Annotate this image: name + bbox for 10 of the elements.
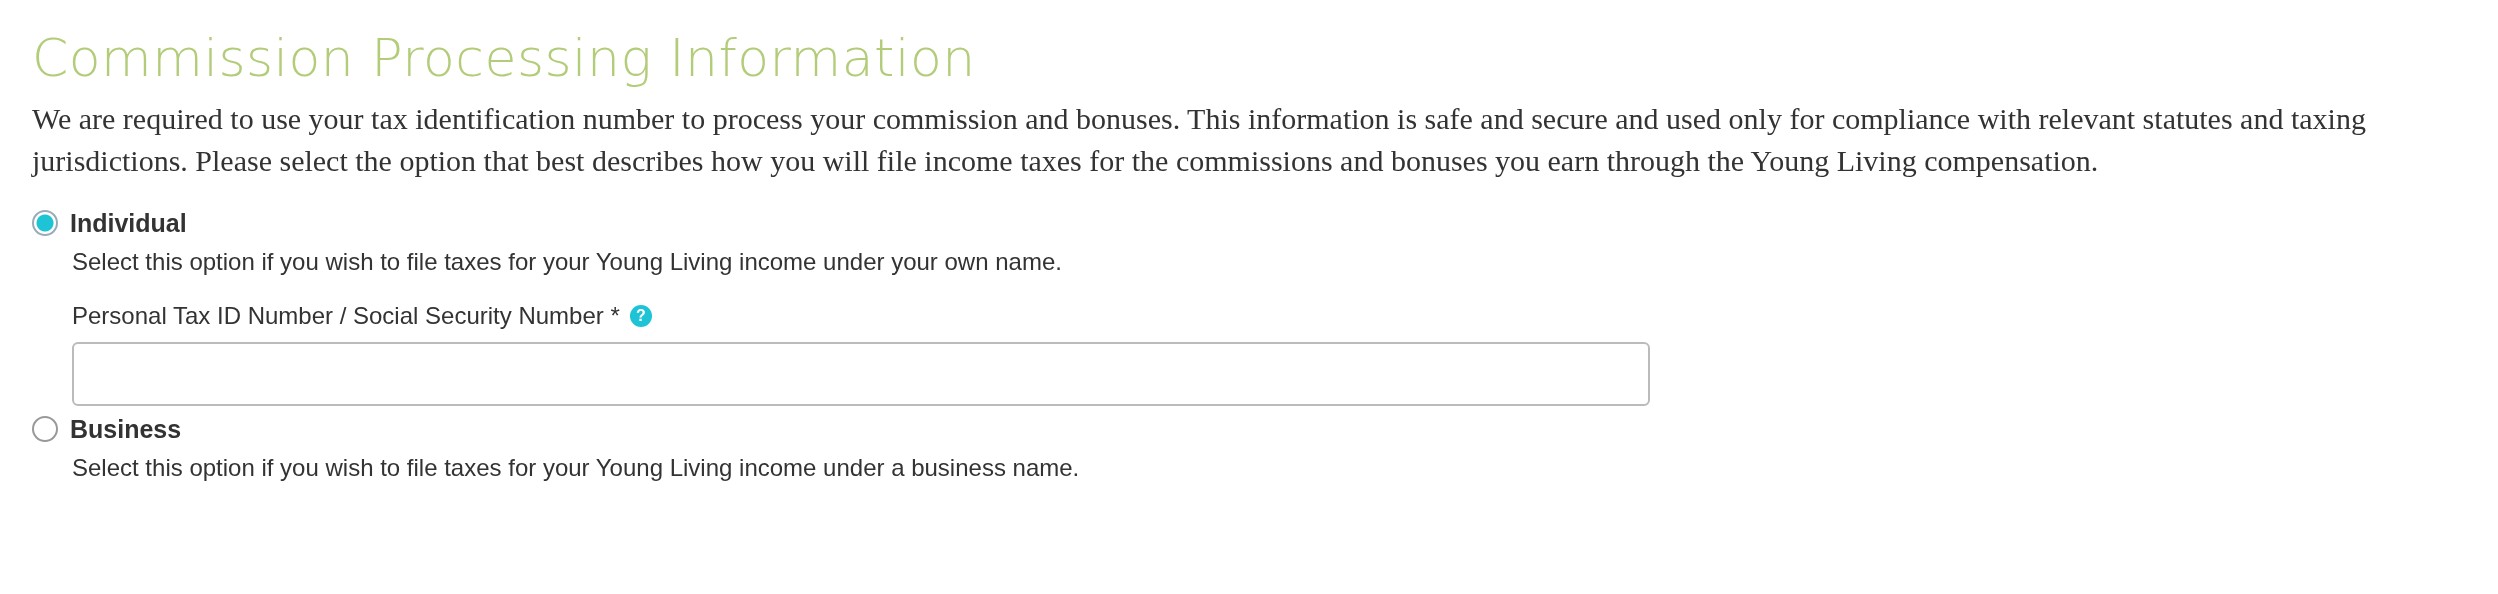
intro-paragraph: We are required to use your tax identification number to process your commission and bonuses. This information is safe and secure and used only for compliance with relevant statutes and taxing jurisdictions. Please select the option that best describes how you will file income taxes for the commissions and bonuses you earn through the Young Living compensation. (32, 101, 2367, 179)
radio-button[interactable] (32, 416, 58, 442)
option-description: Select this option if you wish to file taxes for your Young Living income under a business name. (72, 453, 1080, 483)
page-title: Commission Processing Information (32, 27, 977, 90)
option-label[interactable]: Business (70, 414, 182, 444)
option-description: Select this option if you wish to file taxes for your Young Living income under your own name. (72, 247, 1062, 277)
field-label: Personal Tax ID Number / Social Security Number * (72, 302, 620, 330)
input-field[interactable] (72, 342, 1650, 406)
option-label[interactable]: Individual (70, 208, 187, 238)
radio-button[interactable] (32, 210, 58, 236)
